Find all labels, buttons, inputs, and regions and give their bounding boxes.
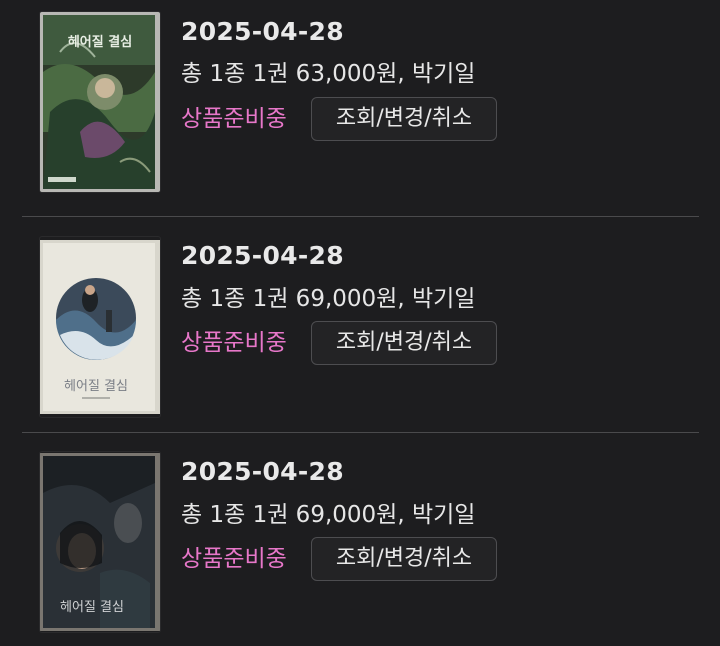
order-status: 상품준비중 [181,546,287,572]
order-status: 상품준비중 [181,106,287,132]
order-item[interactable]: 헤어질 결심 2025-04-28 총 1종 1권 69,000원, 박기일 상… [0,433,720,646]
product-thumbnail[interactable]: 헤어질 결심 [40,12,160,192]
cover-title: 헤어질 결심 [60,600,124,615]
order-summary: 총 1종 1권 69,000원, 박기일 [181,286,476,312]
view-change-cancel-button[interactable]: 조회/변경/취소 [311,537,497,581]
order-summary: 총 1종 1권 63,000원, 박기일 [181,61,476,87]
order-date: 2025-04-28 [181,241,344,270]
order-item[interactable]: 헤어질 결심 2025-04-28 총 1종 1권 63,000원, 박기일 상… [0,0,720,216]
cover-image-white: 헤어질 결심 [40,240,160,414]
product-thumbnail[interactable]: 헤어질 결심 [40,452,160,632]
order-status: 상품준비중 [181,330,287,356]
cover-image-dark: 헤어질 결심 [40,453,160,631]
order-item[interactable]: 헤어질 결심 2025-04-28 총 1종 1권 69,000원, 박기일 상… [0,217,720,433]
view-change-cancel-button[interactable]: 조회/변경/취소 [311,97,497,141]
order-date: 2025-04-28 [181,17,344,46]
order-summary: 총 1종 1권 69,000원, 박기일 [181,502,476,528]
cover-title: 헤어질 결심 [68,34,132,50]
order-list: 헤어질 결심 2025-04-28 총 1종 1권 63,000원, 박기일 상… [0,0,720,646]
product-thumbnail[interactable]: 헤어질 결심 [40,237,160,417]
cover-title: 헤어질 결심 [64,379,128,394]
order-date: 2025-04-28 [181,457,344,486]
view-change-cancel-button[interactable]: 조회/변경/취소 [311,321,497,365]
cover-image-green: 헤어질 결심 [40,12,160,192]
